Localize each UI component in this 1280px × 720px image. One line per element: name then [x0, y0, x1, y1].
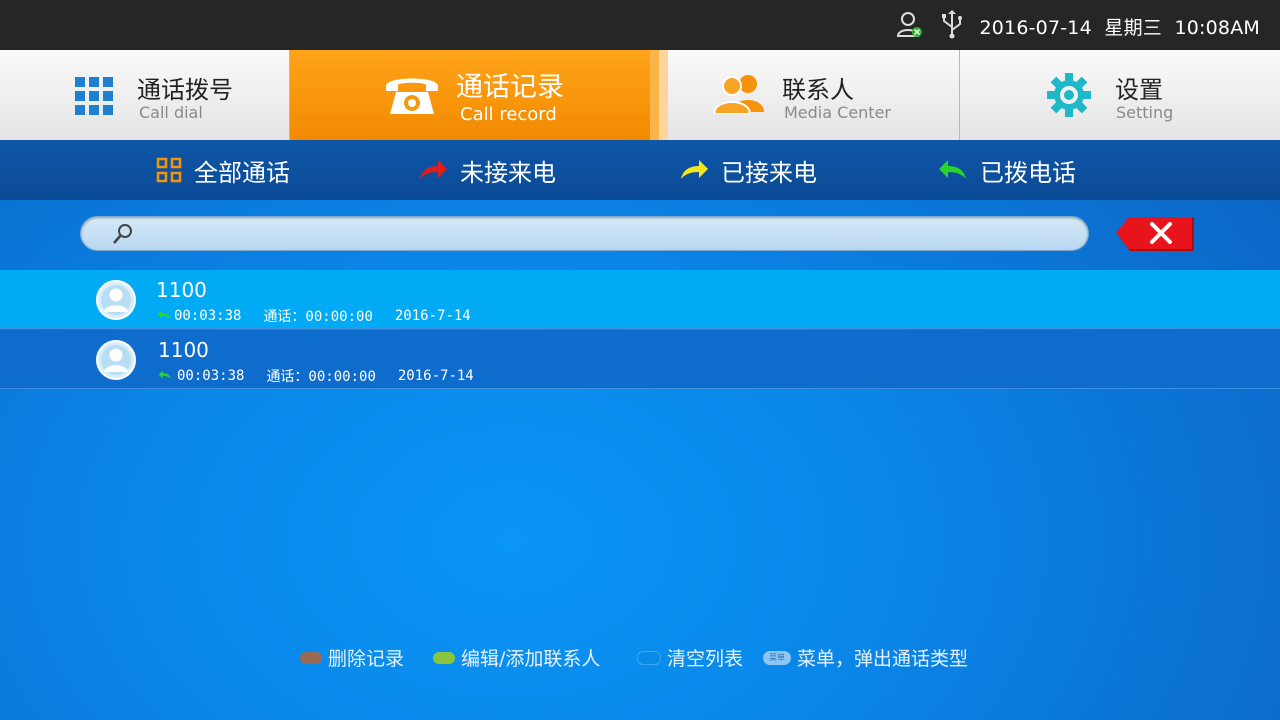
record-duration: 通话：00:00:00: [263, 309, 373, 325]
avatar-icon: [95, 279, 137, 325]
avatar-icon: [95, 339, 137, 385]
tab-sublabel: Call dial: [139, 103, 203, 122]
hint-label: 删除记录: [328, 648, 405, 670]
user-status-icon: [896, 11, 922, 43]
record-date: 2016-7-14: [397, 368, 474, 384]
filter-missed-calls[interactable]: 未接来电: [418, 140, 556, 200]
red-key-icon: [300, 651, 322, 664]
tab-contacts[interactable]: 联系人 Media Center: [668, 50, 959, 140]
tab-sublabel: Media Center: [784, 103, 891, 122]
tab-label: 通话拨号: [137, 76, 233, 104]
grid-icon: [156, 157, 182, 183]
filter-all-calls[interactable]: 全部通话: [156, 140, 290, 200]
record-meta: 00:03:38 通话：00:00:00 2016-7-14: [158, 366, 474, 386]
tab-settings[interactable]: 设置 Setting: [960, 50, 1280, 140]
table-row[interactable]: 1100 00:03:38 通话：00:00:00 2016-7-14: [0, 330, 1280, 389]
filter-label: 已拨电话: [980, 158, 1076, 187]
table-row[interactable]: 1100 00:03:38 通话：00:00:00 2016-7-14: [0, 270, 1280, 329]
hint-delete-record: 删除记录: [300, 644, 404, 671]
filter-bar: 全部通话 未接来电 已接来电 已拨电话: [0, 140, 1280, 200]
tab-bar: 通话拨号 Call dial 通话记录 Call record 联系人 Medi…: [0, 50, 1280, 140]
telephone-icon: [382, 72, 442, 120]
hint-edit-contact: 编辑/添加联系人: [433, 644, 600, 671]
hint-label: 清空列表: [667, 648, 744, 670]
tab-call-dial[interactable]: 通话拨号 Call dial: [0, 50, 290, 140]
filter-dialed-calls[interactable]: 已拨电话: [938, 140, 1076, 200]
received-call-arrow-icon: [679, 159, 709, 181]
filter-received-calls[interactable]: 已接来电: [679, 140, 817, 200]
tab-label: 联系人: [782, 76, 854, 104]
tab-sublabel: Setting: [1116, 103, 1174, 122]
tab-accent: [659, 50, 668, 140]
hint-clear-list: 清空列表: [637, 644, 743, 671]
record-time: 00:03:38: [174, 308, 242, 324]
tab-accent: [650, 50, 659, 140]
record-duration: 通话：00:00:00: [266, 369, 376, 385]
green-key-icon: [433, 651, 455, 664]
hint-menu: 菜单 菜单，弹出通话类型: [763, 644, 968, 671]
contacts-icon: [712, 72, 768, 118]
dialpad-icon: [75, 77, 113, 119]
search-input[interactable]: [143, 221, 1067, 249]
dialed-call-arrow-icon: [157, 308, 171, 324]
gear-icon: [1046, 72, 1092, 122]
record-number: 1100: [156, 278, 207, 302]
usb-icon: [940, 9, 964, 43]
record-number: 1100: [158, 338, 209, 362]
tab-label: 通话记录: [456, 72, 564, 103]
tab-label: 设置: [1115, 76, 1163, 104]
key-hints: 删除记录 编辑/添加联系人 清空列表 菜单 菜单，弹出通话类型: [0, 644, 1280, 670]
search-icon: [111, 222, 135, 250]
menu-key-icon: 菜单: [763, 650, 791, 665]
record-date: 2016-7-14: [394, 308, 471, 324]
filter-label: 全部通话: [194, 158, 290, 187]
missed-call-arrow-icon: [418, 159, 448, 181]
dialed-call-arrow-icon: [938, 159, 968, 181]
hint-label: 菜单，弹出通话类型: [797, 648, 969, 670]
filter-label: 未接来电: [460, 158, 556, 187]
datetime: 2016-07-14 星期三 10:08AM: [979, 17, 1260, 39]
tab-sublabel: Call record: [460, 104, 557, 125]
status-bar: 2016-07-14 星期三 10:08AM: [0, 0, 1280, 50]
clear-search-button[interactable]: [1116, 217, 1196, 253]
dialed-call-arrow-icon: [158, 368, 172, 384]
hint-label: 编辑/添加联系人: [461, 648, 601, 670]
record-meta: 00:03:38 通话：00:00:00 2016-7-14: [157, 306, 471, 326]
blue-key-icon: [637, 650, 661, 665]
filter-label: 已接来电: [721, 158, 817, 187]
search-box: [80, 216, 1089, 251]
tab-call-record[interactable]: 通话记录 Call record: [290, 50, 650, 140]
record-time: 00:03:38: [177, 368, 245, 384]
